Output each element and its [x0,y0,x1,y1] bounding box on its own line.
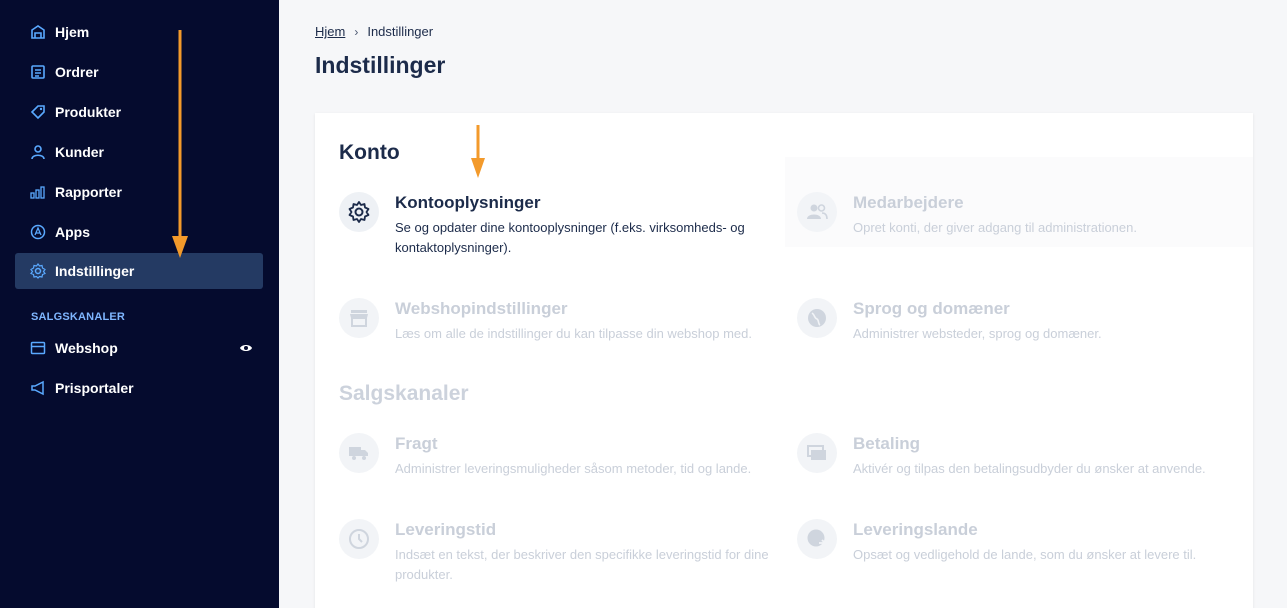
main-content: Hjem › Indstillinger Indstillinger Konto… [279,0,1287,608]
home-icon [30,24,46,40]
settings-item-title: Leveringstid [395,520,497,539]
settings-item-leveringstid[interactable]: Leveringstid Indsæt en tekst, der beskri… [339,519,794,585]
globe-arrow-icon [797,519,837,559]
tag-icon [30,104,46,120]
settings-item-title: Webshopindstillinger [395,299,568,318]
settings-card: Konto Kontooplysninger Se og opdater din… [315,113,1253,608]
gear-icon [339,192,379,232]
sidebar-item-label: Indstillinger [55,263,135,279]
bar-chart-icon [30,184,46,200]
settings-item-desc: Læs om alle de indstillinger du kan tilp… [395,326,752,341]
megaphone-icon [30,380,46,396]
sidebar-item-label: Kunder [55,144,104,160]
settings-item-title: Sprog og domæner [853,299,1010,318]
globe-icon [797,298,837,338]
truck-icon [339,433,379,473]
people-icon [797,192,837,232]
payment-icon [797,433,837,473]
settings-item-title: Fragt [395,434,438,453]
sidebar-item-hjem[interactable]: Hjem [15,14,263,50]
sidebar-item-indstillinger[interactable]: Indstillinger [15,253,263,289]
settings-item-kontooplysninger[interactable]: Kontooplysninger Se og opdater dine kont… [339,192,794,258]
sidebar-item-label: Hjem [55,24,90,40]
sidebar-item-rapporter[interactable]: Rapporter [15,174,263,210]
chevron-right-icon: › [354,24,359,39]
group-title-konto: Konto [339,141,400,164]
settings-item-title: Betaling [853,434,921,453]
settings-item-webshopindstillinger[interactable]: Webshopindstillinger Læs om alle de inds… [339,298,794,344]
settings-item-desc: Opsæt og vedligehold de lande, som du øn… [853,547,1197,562]
settings-item-desc: Administrer websteder, sprog og domæner. [853,326,1102,341]
apps-icon [30,224,46,240]
annotation-arrow-down [172,30,188,258]
settings-item-sprog-og-domaener[interactable]: Sprog og domæner Administrer websteder, … [797,298,1252,344]
sidebar-item-label: Apps [55,224,90,240]
sidebar-item-label: Webshop [55,340,118,356]
sidebar-item-label: Ordrer [55,64,99,80]
settings-item-title: Medarbejdere [853,193,964,212]
breadcrumb-current: Indstillinger [367,24,434,39]
store-icon [339,298,379,338]
settings-item-desc: Se og opdater dine kontooplysninger (f.e… [395,220,745,255]
settings-item-leveringslande[interactable]: Leveringslande Opsæt og vedligehold de l… [797,519,1252,565]
settings-item-desc: Administrer leveringsmuligheder såsom me… [395,461,752,476]
settings-item-betaling[interactable]: Betaling Aktivér og tilpas den betalings… [797,433,1252,479]
gear-icon [30,263,46,279]
sidebar-item-produkter[interactable]: Produkter [15,94,263,130]
sidebar-item-apps[interactable]: Apps [15,214,263,250]
group-title-salgskanaler: Salgskanaler [339,382,469,405]
settings-item-desc: Indsæt en tekst, der beskriver den speci… [395,547,769,582]
store-icon [30,340,46,356]
settings-item-title: Leveringslande [853,520,978,539]
settings-item-medarbejdere[interactable]: Medarbejdere Opret konti, der giver adga… [797,192,1252,238]
section-label-salgskanaler: SALGSKANALER [31,311,126,323]
settings-item-desc: Opret konti, der giver adgang til admini… [853,220,1137,235]
settings-item-fragt[interactable]: Fragt Administrer leveringsmuligheder så… [339,433,794,479]
sidebar: Hjem Ordrer Produkter Kunder Rapporter A… [0,0,279,608]
sidebar-item-label: Prisportaler [55,380,134,396]
sidebar-item-kunder[interactable]: Kunder [15,134,263,170]
annotation-arrow-down [471,125,485,178]
eye-icon[interactable] [239,341,253,355]
orders-icon [30,64,46,80]
breadcrumb: Hjem › Indstillinger [315,24,433,39]
sidebar-item-label: Produkter [55,104,122,120]
settings-item-desc: Aktivér og tilpas den betalingsudbyder d… [853,461,1206,476]
sidebar-item-ordrer[interactable]: Ordrer [15,54,263,90]
sidebar-item-webshop[interactable]: Webshop [15,330,263,366]
sidebar-item-label: Rapporter [55,184,122,200]
settings-item-title: Kontooplysninger [395,193,541,212]
breadcrumb-home-link[interactable]: Hjem [315,24,345,39]
page-title: Indstillinger [315,52,446,78]
sidebar-item-prisportaler[interactable]: Prisportaler [15,370,263,406]
user-icon [30,144,46,160]
clock-icon [339,519,379,559]
